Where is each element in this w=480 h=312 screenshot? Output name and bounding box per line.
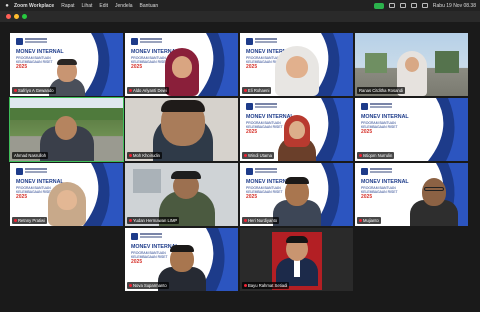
institution-logo-icon (361, 103, 368, 110)
video-tile[interactable]: MONEV INTERNAL PROGRAM BANTUAN KELEMBAGA… (125, 228, 238, 291)
participant-name: Nova Suparmanto (127, 282, 169, 289)
institution-logo-icon (246, 103, 253, 110)
camera-indicator-icon[interactable] (373, 2, 384, 9)
window-titlebar (0, 11, 480, 22)
menu-bantuan[interactable]: Bantuan (140, 3, 159, 9)
institution-logo-icon (16, 168, 23, 175)
mic-muted-icon (129, 219, 132, 223)
video-tile-active-speaker[interactable]: Ahmad Nasrulloh (9, 97, 124, 162)
clock[interactable]: Rabu 19 Nov 08.38 (433, 3, 476, 9)
minimize-window-icon[interactable] (14, 14, 19, 19)
video-tile[interactable]: Ranas Citditha Rosandi (355, 33, 468, 96)
participant-video (269, 46, 325, 96)
institution-logo-icon (131, 38, 138, 45)
participant-video (42, 182, 92, 226)
video-tile[interactable]: MONEV INTERNAL PROGRAM BANTUAN KELEMBAGA… (355, 98, 468, 161)
participant-name: Yudan Hermawan LIMP (127, 217, 180, 224)
battery-icon[interactable] (399, 3, 406, 8)
participant-name: Bayu Rahmat Setiadi (242, 282, 290, 289)
institution-logo-icon (246, 38, 253, 45)
mic-muted-icon (14, 219, 17, 223)
menu-bar: ● Zoom Workplace Rapat Lihat Edit Jendel… (0, 0, 480, 11)
institution-logo-icon (131, 233, 138, 240)
participant-name: Ahmad Nasrulloh (12, 152, 49, 159)
menu-jendela[interactable]: Jendela (115, 3, 133, 9)
participant-video (406, 174, 462, 226)
fullscreen-window-icon[interactable] (22, 14, 27, 19)
institution-logo-icon (361, 168, 368, 175)
mic-muted-icon (244, 219, 247, 223)
mic-muted-icon (129, 284, 132, 288)
menu-rapat[interactable]: Rapat (61, 3, 74, 9)
participant-name: Safriyo A Gewando (12, 87, 56, 94)
participant-name: Moh Khoirudin (127, 152, 163, 159)
video-tile[interactable]: Moh Khoirudin (125, 98, 238, 161)
participant-name: Istiqom Nurrulin (357, 152, 395, 159)
mic-muted-icon (244, 284, 247, 288)
mic-muted-icon (359, 154, 362, 158)
mic-muted-icon (14, 89, 17, 93)
participant-video (272, 111, 322, 161)
participant-name: Mujianto (357, 217, 381, 224)
participant-name: Ranas Citditha Rosandi (357, 87, 405, 94)
video-tile[interactable]: MONEV INTERNAL PROGRAM BANTUAN KELEMBAGA… (10, 33, 123, 96)
menu-edit[interactable]: Edit (99, 3, 108, 9)
institution-logo-icon (246, 168, 253, 175)
wifi-icon[interactable] (410, 3, 417, 8)
video-tile[interactable]: Yudan Hermawan LIMP (125, 163, 238, 226)
participant-name: Retnny Pratiwi (12, 217, 47, 224)
participant-name: Aldo Ariyanti Dewi (127, 87, 169, 94)
mic-muted-icon (244, 89, 247, 93)
apple-icon[interactable]: ● (4, 3, 10, 9)
video-tile[interactable]: MONEV INTERNAL PROGRAM BANTUAN KELEMBAGA… (10, 163, 123, 226)
video-tile[interactable]: MONEV INTERNAL PROGRAM BANTUAN KELEMBAGA… (240, 33, 353, 96)
participant-name: Heri Nurdiyanto (242, 217, 280, 224)
mic-muted-icon (129, 154, 132, 158)
video-tile[interactable]: MONEV INTERNAL PROGRAM BANTUAN KELEMBAGA… (355, 163, 468, 226)
video-tile[interactable]: MONEV INTERNAL PROGRAM BANTUAN KELEMBAGA… (240, 98, 353, 161)
menu-lihat[interactable]: Lihat (82, 3, 93, 9)
mic-muted-icon (359, 219, 362, 223)
video-tile[interactable]: MONEV INTERNAL PROGRAM BANTUAN KELEMBAGA… (125, 33, 238, 96)
search-icon[interactable] (421, 3, 428, 8)
participant-name: Eli Rohaeni (242, 87, 272, 94)
participant-name: Windi Utama (242, 152, 274, 159)
video-tile[interactable]: MONEV INTERNAL PROGRAM BANTUAN KELEMBAGA… (240, 163, 353, 226)
status-icon[interactable] (388, 3, 395, 8)
video-tile[interactable]: Bayu Rahmat Setiadi (240, 228, 353, 291)
institution-logo-icon (16, 38, 23, 45)
mic-muted-icon (129, 89, 132, 93)
mic-muted-icon (244, 154, 247, 158)
menu-app-name[interactable]: Zoom Workplace (14, 3, 54, 9)
close-window-icon[interactable] (6, 14, 11, 19)
gallery-view: MONEV INTERNAL PROGRAM BANTUAN KELEMBAGA… (0, 22, 480, 312)
